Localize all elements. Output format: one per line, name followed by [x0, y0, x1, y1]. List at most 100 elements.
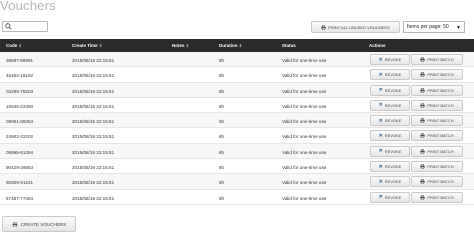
status-text: Valid for one-time use	[282, 149, 327, 155]
chevron-down-icon: ▼	[456, 25, 461, 31]
x-icon: ✕	[378, 132, 383, 139]
duration: 8h	[219, 103, 225, 109]
printer-icon	[321, 24, 326, 30]
sort-icon: ⇕	[185, 43, 190, 48]
voucher-code: 10645-22490	[6, 103, 34, 109]
revoke-button[interactable]: ✕ REVOKE	[370, 115, 410, 127]
status-text: Valid for one-time use	[282, 88, 327, 94]
revoke-button[interactable]: ✕ REVOKE	[370, 161, 410, 173]
column-duration[interactable]: Duration ⇕	[219, 43, 242, 48]
sort-icon: ⇕	[18, 43, 22, 48]
x-icon: ✕	[378, 194, 383, 201]
printer-icon	[420, 133, 426, 139]
voucher-code: 90309-91241	[6, 180, 34, 186]
print-batch-label: PRINT BATCH	[427, 133, 454, 139]
column-status: Status	[282, 43, 296, 48]
print-all-label: PRINT ALL UNUSED VOUCHERS	[328, 24, 390, 30]
x-icon: ✕	[378, 163, 383, 170]
print-batch-button[interactable]: PRINT BATCH	[411, 54, 463, 65]
table-row: 09061-69353 2015/08/19 22:15:51 8h Valid fo…	[0, 113, 474, 129]
revoke-button[interactable]: ✕ REVOKE	[370, 191, 410, 203]
table-row: 57487-77404 2015/08/19 22:15:51 8h Valid fo…	[0, 190, 474, 205]
table-row: 02299-76203 2015/08/19 22:15:51 8h Valid fo…	[0, 82, 474, 98]
duration: 8h	[219, 119, 225, 125]
print-batch-button[interactable]: PRINT BATCH	[411, 130, 463, 142]
revoke-button[interactable]: ✕ REVOKE	[370, 176, 410, 188]
column-create-time[interactable]: Create Time ⇕	[72, 43, 102, 48]
voucher-code: 09061-69353	[6, 119, 34, 125]
print-batch-button[interactable]: PRINT BATCH	[411, 115, 463, 127]
page-title: Vouchers	[0, 0, 56, 13]
status-text: Valid for one-time use	[282, 180, 327, 186]
voucher-code: 45452-18162	[6, 73, 34, 79]
revoke-label: REVOKE	[384, 87, 402, 93]
column-notes[interactable]: Notes ⇕	[172, 43, 189, 48]
column-code[interactable]: Code ⇕	[6, 43, 22, 48]
create-time: 2015/08/19 22:15:51	[72, 149, 115, 155]
table-row: 24902-22202 2015/08/19 22:15:51 8h Valid fo…	[0, 128, 474, 144]
voucher-table-body: 38697-69991 2015/08/19 22:15:51 8h Valid fo…	[0, 52, 474, 205]
create-vouchers-button[interactable]: CREATE VOUCHERS	[2, 216, 76, 232]
duration: 8h	[219, 73, 225, 79]
revoke-label: REVOKE	[384, 118, 402, 124]
print-batch-button[interactable]: PRINT BATCH	[411, 176, 463, 188]
voucher-code: 38697-69991	[6, 58, 34, 63]
duration: 8h	[219, 195, 225, 201]
printer-icon	[420, 164, 426, 170]
print-batch-button[interactable]: PRINT BATCH	[411, 69, 463, 81]
create-time: 2015/08/19 22:15:51	[72, 195, 115, 201]
x-icon: ✕	[378, 148, 383, 155]
printer-icon	[420, 194, 426, 200]
print-batch-button[interactable]: PRINT BATCH	[411, 145, 463, 157]
status-text: Valid for one-time use	[282, 119, 327, 125]
sort-icon: ⇕	[98, 43, 103, 48]
printer-icon	[420, 72, 426, 78]
table-row: 38697-69991 2015/08/19 22:15:51 8h Valid fo…	[0, 52, 474, 68]
duration: 8h	[219, 134, 225, 140]
revoke-button[interactable]: ✕ REVOKE	[370, 99, 410, 111]
printer-icon	[12, 221, 17, 227]
create-time: 2015/08/19 22:15:51	[72, 103, 115, 109]
print-batch-button[interactable]: PRINT BATCH	[411, 191, 463, 203]
status-text: Valid for one-time use	[282, 165, 327, 171]
table-row: 10645-22490 2015/08/19 22:15:51 8h Valid fo…	[0, 98, 474, 114]
voucher-code: 24902-22202	[6, 134, 34, 140]
print-batch-label: PRINT BATCH	[427, 102, 454, 108]
print-batch-button[interactable]: PRINT BATCH	[411, 84, 463, 96]
voucher-code: 05995-51394	[6, 149, 34, 155]
x-icon: ✕	[378, 102, 383, 109]
revoke-label: REVOKE	[384, 148, 402, 154]
revoke-button[interactable]: ✕ REVOKE	[370, 130, 410, 142]
print-batch-label: PRINT BATCH	[427, 194, 454, 200]
x-icon: ✕	[378, 87, 383, 94]
revoke-button[interactable]: ✕ REVOKE	[370, 84, 410, 96]
print-batch-label: PRINT BATCH	[427, 72, 454, 78]
create-time: 2015/08/19 22:15:51	[72, 73, 115, 79]
items-per-page-value: Items per page: 50	[407, 24, 449, 30]
print-all-unused-vouchers-button[interactable]: PRINT ALL UNUSED VOUCHERS	[311, 21, 400, 33]
duration: 8h	[219, 58, 225, 63]
printer-icon	[420, 179, 426, 185]
revoke-label: REVOKE	[384, 57, 402, 62]
print-batch-button[interactable]: PRINT BATCH	[411, 99, 463, 111]
create-time: 2015/08/19 22:15:51	[72, 165, 115, 171]
create-time: 2015/08/19 22:15:51	[72, 58, 115, 63]
print-batch-label: PRINT BATCH	[427, 164, 454, 170]
create-vouchers-label: CREATE VOUCHERS	[20, 221, 67, 227]
voucher-code: 02299-76203	[6, 88, 34, 94]
duration: 8h	[219, 180, 225, 186]
revoke-button[interactable]: ✕ REVOKE	[370, 145, 410, 157]
items-per-page-select[interactable]: Items per page: 50 ▼	[403, 21, 465, 33]
revoke-button[interactable]: ✕ REVOKE	[370, 54, 410, 65]
print-batch-button[interactable]: PRINT BATCH	[411, 161, 463, 173]
printer-icon	[420, 87, 426, 93]
revoke-button[interactable]: ✕ REVOKE	[370, 69, 410, 81]
voucher-code: 90429-29863	[6, 165, 34, 171]
create-time: 2015/08/19 22:15:51	[72, 180, 115, 186]
printer-icon	[420, 57, 426, 62]
revoke-label: REVOKE	[384, 194, 402, 200]
column-actions: Actions	[369, 43, 386, 48]
table-row: 05995-51394 2015/08/19 22:15:51 8h Valid fo…	[0, 143, 474, 160]
search-input[interactable]	[2, 21, 48, 32]
table-row: 45452-18162 2015/08/19 22:15:51 8h Valid fo…	[0, 67, 474, 83]
